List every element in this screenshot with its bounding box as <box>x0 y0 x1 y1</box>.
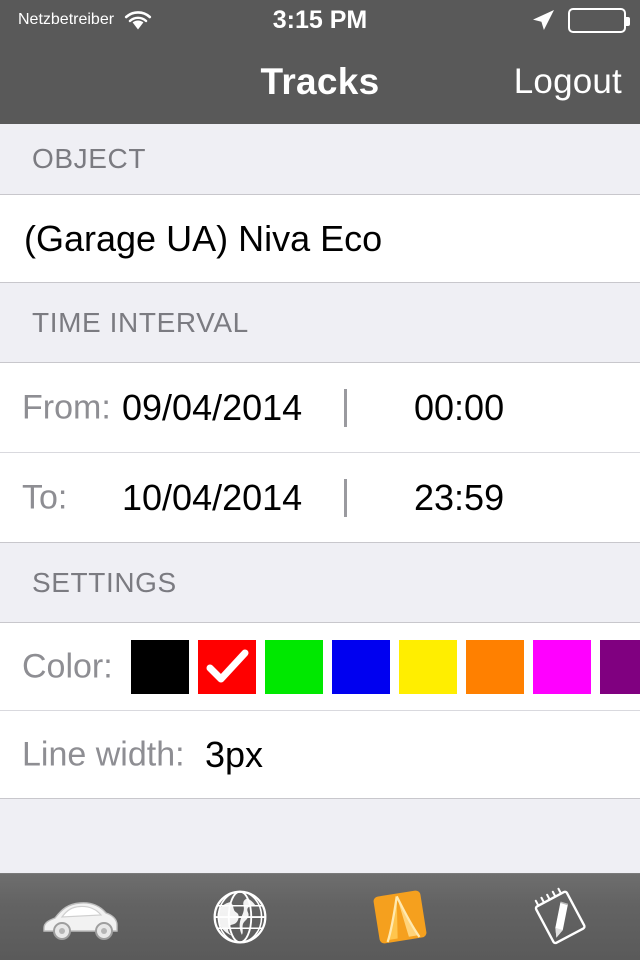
check-icon <box>198 640 256 694</box>
color-swatch-purple[interactable] <box>600 639 640 694</box>
tab-reports[interactable] <box>480 874 640 960</box>
to-date-value[interactable]: 10/04/2014 <box>122 477 302 519</box>
from-label: From: <box>22 388 111 426</box>
color-swatch-green[interactable] <box>265 639 323 694</box>
section-header-settings: SETTINGS <box>0 542 640 622</box>
status-bar: Netzbetreiber 3:15 PM <box>0 0 640 40</box>
color-swatch-magenta[interactable] <box>533 639 591 694</box>
car-icon <box>38 892 122 942</box>
location-arrow-icon <box>530 7 556 33</box>
status-bar-right <box>530 7 640 33</box>
logout-button[interactable]: Logout <box>514 62 640 102</box>
field-divider <box>344 388 347 427</box>
to-label: To: <box>22 478 68 516</box>
status-bar-left: Netzbetreiber <box>0 10 152 31</box>
tab-map[interactable] <box>160 874 320 960</box>
carrier-label: Netzbetreiber <box>18 11 115 28</box>
object-value: (Garage UA) Niva Eco <box>24 217 383 259</box>
tab-bar <box>0 873 640 960</box>
tab-objects[interactable] <box>0 874 160 960</box>
time-row-to[interactable]: To: 10/04/2014 23:59 <box>0 452 640 542</box>
globe-icon <box>210 887 270 947</box>
color-swatch-list <box>131 639 640 694</box>
battery-icon <box>568 7 630 33</box>
color-swatch-red[interactable] <box>198 639 256 694</box>
navigation-bar: Tracks Logout <box>0 40 640 124</box>
field-divider <box>344 478 347 517</box>
line-width-label: Line width: <box>22 735 185 773</box>
section-header-object: OBJECT <box>0 124 640 194</box>
tab-tracks[interactable] <box>320 874 480 960</box>
reports-icon <box>527 884 593 950</box>
section-header-time-interval: TIME INTERVAL <box>0 282 640 362</box>
color-label: Color: <box>22 647 113 685</box>
line-width-value[interactable]: 3px <box>205 734 263 776</box>
settings-list: OBJECT (Garage UA) Niva Eco TIME INTERVA… <box>0 124 640 873</box>
color-swatch-blue[interactable] <box>332 639 390 694</box>
line-width-row[interactable]: Line width: 3px <box>0 710 640 798</box>
tracks-icon <box>364 881 436 953</box>
color-swatch-yellow[interactable] <box>399 639 457 694</box>
from-date-value[interactable]: 09/04/2014 <box>122 387 302 429</box>
color-swatch-orange[interactable] <box>466 639 524 694</box>
time-row-from[interactable]: From: 09/04/2014 00:00 <box>0 362 640 452</box>
app-root: Netzbetreiber 3:15 PM Tracks Logout OBJE… <box>0 0 640 960</box>
color-row: Color: <box>0 622 640 710</box>
object-row[interactable]: (Garage UA) Niva Eco <box>0 194 640 282</box>
from-time-value[interactable]: 00:00 <box>414 387 504 429</box>
color-swatch-black[interactable] <box>131 639 189 694</box>
wifi-icon <box>124 10 152 31</box>
list-footer-spacer <box>0 798 640 840</box>
to-time-value[interactable]: 23:59 <box>414 477 504 519</box>
